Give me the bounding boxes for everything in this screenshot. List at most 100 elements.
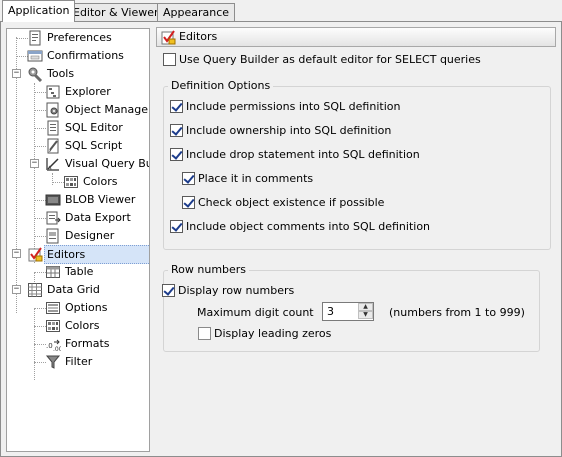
- tree-item-table[interactable]: Table: [7, 263, 149, 281]
- include-drop-statement-label[interactable]: Include drop statement into SQL definiti…: [186, 148, 420, 161]
- max-digit-count-label: Maximum digit count: [197, 306, 314, 319]
- include-ownership-label[interactable]: Include ownership into SQL definition: [186, 124, 391, 137]
- tree-item-label: Data Grid: [47, 283, 100, 296]
- definition-options-title: Definition Options: [168, 79, 274, 92]
- visual-query-builder-icon: [46, 158, 59, 171]
- use-query-builder-label[interactable]: Use Query Builder as default editor for …: [179, 53, 481, 66]
- tree-item-blob-viewer[interactable]: BLOB Viewer: [7, 191, 149, 209]
- options-panel: Preferences Confirmations − Tools Explor…: [0, 21, 562, 457]
- include-permissions-label[interactable]: Include permissions into SQL definition: [186, 100, 400, 113]
- tree-item-label: SQL Script: [65, 139, 123, 152]
- tree-item-designer[interactable]: Designer: [7, 227, 149, 245]
- display-leading-zeros-checkbox[interactable]: [198, 327, 211, 340]
- tree-item-label: Editors: [44, 245, 149, 264]
- designer-icon: [46, 228, 59, 244]
- max-digit-count-stepper[interactable]: 3 ▲ ▼: [322, 302, 374, 321]
- place-in-comments-checkbox[interactable]: [182, 172, 195, 185]
- tree-item-label: Colors: [65, 319, 100, 332]
- tree-item-data-grid[interactable]: − Data Grid: [7, 281, 149, 299]
- svg-text:.00: .00: [53, 346, 61, 352]
- editors-icon: [161, 30, 176, 45]
- settings-tree[interactable]: Preferences Confirmations − Tools Explor…: [6, 28, 150, 452]
- include-object-comments-checkbox[interactable]: [170, 220, 183, 233]
- blob-viewer-icon: [45, 194, 61, 206]
- tree-item-preferences[interactable]: Preferences: [7, 29, 149, 47]
- tree-item-label: Preferences: [47, 31, 112, 44]
- use-query-builder-checkbox[interactable]: [163, 53, 176, 66]
- tree-item-formats[interactable]: .0.00 Formats: [7, 335, 149, 353]
- tree-item-editors[interactable]: − Editors: [7, 245, 149, 264]
- display-leading-zeros-label[interactable]: Display leading zeros: [214, 327, 331, 340]
- tree-item-label: Confirmations: [47, 49, 124, 62]
- tab-application[interactable]: Application: [2, 0, 76, 22]
- editors-icon: [28, 247, 43, 262]
- tree-item-filter[interactable]: Filter: [7, 353, 149, 371]
- collapse-icon[interactable]: −: [12, 69, 21, 78]
- place-in-comments-label[interactable]: Place it in comments: [198, 172, 313, 185]
- tree-item-label: Options: [65, 301, 108, 314]
- include-ownership-checkbox[interactable]: [170, 124, 183, 137]
- include-object-comments-label[interactable]: Include object comments into SQL definit…: [186, 220, 430, 233]
- tools-icon: [28, 67, 43, 82]
- tree-item-visual-query-builder[interactable]: − Visual Query Builder: [7, 155, 149, 173]
- data-grid-icon: [28, 283, 42, 297]
- display-row-numbers-checkbox[interactable]: [162, 284, 175, 297]
- check-object-existence-label[interactable]: Check object existence if possible: [198, 196, 384, 209]
- tree-item-explorer[interactable]: Explorer: [7, 83, 149, 101]
- spin-down-icon[interactable]: ▼: [358, 311, 373, 319]
- row-numbers-title: Row numbers: [168, 263, 250, 276]
- preferences-icon: [29, 30, 41, 46]
- svg-text:.0: .0: [46, 342, 53, 350]
- section-title: Editors: [179, 30, 218, 43]
- tree-item-label: Table: [65, 265, 94, 278]
- spin-up-icon[interactable]: ▲: [358, 303, 373, 311]
- digit-range-note: (numbers from 1 to 999): [389, 306, 525, 319]
- include-drop-statement-checkbox[interactable]: [170, 148, 183, 161]
- sql-script-icon: [47, 138, 59, 154]
- data-export-icon: [46, 211, 61, 225]
- table-icon: [46, 266, 60, 278]
- tab-strip: Application Editor & Viewers Appearance: [0, 0, 562, 22]
- tree-item-label: Colors: [83, 175, 118, 188]
- tree-item-label: Designer: [65, 229, 115, 242]
- explorer-icon: [46, 85, 60, 99]
- tree-item-label: Data Export: [65, 211, 131, 224]
- tab-appearance-label: Appearance: [163, 6, 230, 19]
- tree-item-label: Formats: [65, 337, 110, 350]
- tree-item-tools[interactable]: − Tools: [7, 65, 149, 83]
- tree-item-label: Explorer: [65, 85, 111, 98]
- check-object-existence-checkbox[interactable]: [182, 196, 195, 209]
- tree-item-label: BLOB Viewer: [65, 193, 136, 206]
- colors-icon: [64, 176, 78, 188]
- options-icon: [46, 302, 60, 314]
- tree-item-object-manager[interactable]: Object Manager: [7, 101, 150, 119]
- tree-item-sql-script[interactable]: SQL Script: [7, 137, 149, 155]
- tree-item-sql-editor[interactable]: SQL Editor: [7, 119, 149, 137]
- filter-icon: [45, 355, 61, 369]
- tree-item-label: Tools: [47, 67, 75, 80]
- formats-icon: .0.00: [46, 339, 61, 352]
- tree-item-confirmations[interactable]: Confirmations: [7, 47, 149, 65]
- max-digit-count-value[interactable]: 3: [327, 305, 334, 318]
- tab-application-label: Application: [8, 4, 70, 17]
- object-manager-icon: [46, 102, 59, 118]
- collapse-icon[interactable]: −: [30, 159, 39, 168]
- collapse-icon[interactable]: −: [12, 285, 21, 294]
- tab-editor-viewers[interactable]: Editor & Viewers: [67, 3, 171, 22]
- colors-icon: [46, 320, 60, 332]
- tree-item-label: Visual Query Builder: [65, 157, 149, 170]
- tree-item-grid-colors[interactable]: Colors: [7, 317, 149, 335]
- display-row-numbers-label[interactable]: Display row numbers: [178, 284, 294, 297]
- tree-item-vqb-colors[interactable]: Colors: [7, 173, 149, 191]
- tree-item-label: Filter: [65, 355, 93, 368]
- collapse-icon[interactable]: −: [12, 249, 21, 258]
- include-permissions-checkbox[interactable]: [170, 100, 183, 113]
- tree-item-label: Object Manager: [65, 103, 150, 116]
- tab-appearance[interactable]: Appearance: [157, 3, 236, 22]
- sql-editor-icon: [47, 120, 59, 136]
- tree-item-data-export[interactable]: Data Export: [7, 209, 149, 227]
- confirmations-icon: [27, 50, 43, 62]
- tree-item-label: SQL Editor: [65, 121, 123, 134]
- tree-item-options[interactable]: Options: [7, 299, 149, 317]
- section-header: Editors: [156, 27, 556, 47]
